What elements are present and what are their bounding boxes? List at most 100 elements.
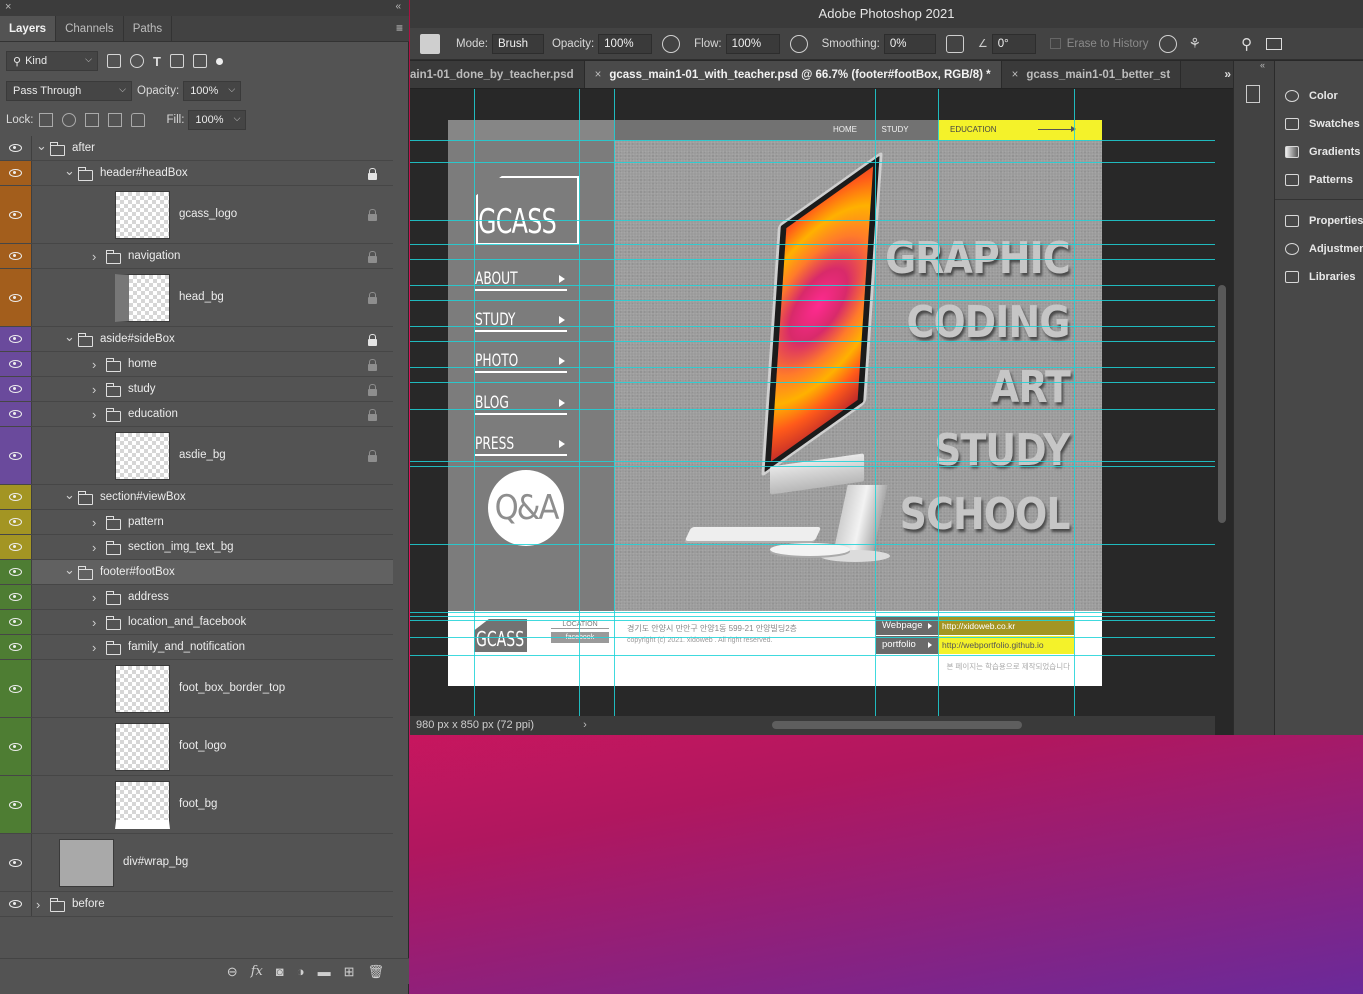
panel-patterns[interactable]: Patterns (1285, 174, 1353, 186)
vertical-scrollbar[interactable] (1218, 285, 1226, 523)
guide-horizontal[interactable] (410, 655, 1215, 656)
layer-row[interactable]: › section_img_text_bg (0, 535, 393, 560)
workspace-icon[interactable] (1266, 37, 1283, 50)
guide-horizontal[interactable] (410, 140, 1215, 141)
layer-name[interactable]: head_bg (179, 291, 224, 303)
airbrush-icon[interactable] (789, 34, 808, 53)
layer-name[interactable]: gcass_logo (179, 208, 237, 220)
trash-icon[interactable]: 🗑 (367, 964, 384, 980)
collapse-icon[interactable]: « (395, 1, 401, 12)
guide-vertical[interactable] (875, 89, 876, 716)
opacity-field[interactable]: 100% (598, 33, 653, 54)
layer-name[interactable]: div#wrap_bg (123, 856, 188, 868)
guide-horizontal[interactable] (410, 461, 1215, 462)
chevron-right-icon[interactable]: › (36, 897, 40, 912)
gear-icon[interactable] (945, 34, 964, 53)
guide-vertical[interactable] (938, 89, 939, 716)
guide-vertical[interactable] (474, 89, 475, 716)
tab-doc-1[interactable]: ain1-01_done_by_teacher.psd (410, 61, 585, 88)
layer-name[interactable]: asdie_bg (179, 449, 226, 461)
fx-icon[interactable]: fx (251, 964, 263, 979)
chevron-right-icon[interactable]: › (92, 640, 96, 655)
lock-transparency-icon[interactable] (38, 113, 53, 127)
layer-name[interactable]: home (128, 358, 157, 370)
chevron-right-icon[interactable]: › (92, 357, 96, 372)
chevron-down-icon[interactable]: ⌄ (36, 138, 47, 154)
chevron-right-icon[interactable]: › (92, 515, 96, 530)
tab-channels[interactable]: Channels (56, 16, 124, 41)
canvas-area[interactable]: HOME STUDY EDUCATION GCASS ABOUT STUDY P… (410, 89, 1215, 716)
layer-row[interactable]: › study (0, 377, 393, 402)
chevron-down-icon[interactable]: ⌄ (64, 163, 75, 179)
guide-vertical[interactable] (1074, 89, 1075, 716)
layer-row[interactable]: › address (0, 585, 393, 610)
filter-toggle-icon[interactable] (215, 57, 223, 65)
layer-name[interactable]: footer#footBox (100, 566, 175, 578)
visibility-toggle[interactable] (0, 535, 32, 559)
layer-row[interactable]: head_bg (0, 269, 393, 327)
layer-row[interactable]: ⌄ header#headBox (0, 161, 393, 186)
visibility-toggle[interactable] (0, 776, 32, 833)
chevron-right-icon[interactable]: › (92, 382, 96, 397)
smart-object-filter-icon[interactable] (192, 54, 207, 68)
guide-horizontal[interactable] (410, 544, 1215, 545)
pressure-opacity-icon[interactable] (662, 34, 681, 53)
visibility-toggle[interactable] (0, 402, 32, 426)
layer-name[interactable]: address (128, 591, 169, 603)
layer-name[interactable]: before (72, 898, 105, 910)
visibility-toggle[interactable] (0, 427, 32, 484)
more-tabs-icon[interactable]: » (1224, 67, 1231, 81)
visibility-toggle[interactable] (0, 660, 32, 717)
layer-row[interactable]: › family_and_notification (0, 635, 393, 660)
brush-preset-icon[interactable] (420, 33, 440, 54)
layer-row[interactable]: ⌄ aside#sideBox (0, 327, 393, 352)
visibility-toggle[interactable] (0, 161, 32, 185)
visibility-toggle[interactable] (0, 186, 32, 243)
guide-horizontal[interactable] (410, 637, 1215, 638)
symmetry-icon[interactable]: ⚘ (1189, 35, 1202, 52)
layer-row[interactable]: › pattern (0, 510, 393, 535)
guide-horizontal[interactable] (410, 259, 1215, 260)
panel-libraries[interactable]: Libraries (1285, 271, 1355, 283)
layer-row[interactable]: foot_logo (0, 718, 393, 776)
visibility-toggle[interactable] (0, 834, 32, 891)
lock-position-icon[interactable] (84, 113, 99, 127)
shape-filter-icon[interactable] (169, 54, 184, 68)
guide-horizontal[interactable] (410, 244, 1215, 245)
chevron-down-icon[interactable]: ⌄ (64, 562, 75, 578)
layer-name[interactable]: navigation (128, 250, 180, 262)
guide-horizontal[interactable] (410, 162, 1215, 163)
layer-row[interactable]: › home (0, 352, 393, 377)
chevron-right-icon[interactable]: › (92, 615, 96, 630)
layer-name[interactable]: section#viewBox (100, 491, 186, 503)
guide-horizontal[interactable] (410, 367, 1215, 368)
visibility-toggle[interactable] (0, 892, 32, 916)
flow-field[interactable]: 100% (725, 33, 780, 54)
adjustment-filter-icon[interactable] (130, 54, 144, 68)
visibility-toggle[interactable] (0, 377, 32, 401)
link-icon[interactable]: ⊖ (227, 964, 238, 980)
history-panel-icon[interactable] (1246, 85, 1260, 103)
panel-menu-icon[interactable]: ≡ (396, 21, 403, 35)
visibility-toggle[interactable] (0, 327, 32, 351)
visibility-toggle[interactable] (0, 585, 32, 609)
guide-horizontal[interactable] (410, 326, 1215, 327)
visibility-toggle[interactable] (0, 510, 32, 534)
guide-horizontal[interactable] (410, 409, 1215, 410)
mode-select[interactable]: Brush (491, 33, 544, 54)
layer-name[interactable]: education (128, 408, 178, 420)
layer-row[interactable]: asdie_bg (0, 427, 393, 485)
layer-row[interactable]: gcass_logo (0, 186, 393, 244)
blend-mode-select[interactable]: Pass Through ⌵ (6, 81, 132, 101)
pressure-size-icon[interactable] (1158, 34, 1177, 53)
layer-name[interactable]: pattern (128, 516, 164, 528)
lock-image-icon[interactable] (61, 113, 76, 127)
erase-history-checkbox[interactable] (1049, 38, 1061, 49)
layer-name[interactable]: foot_logo (179, 740, 226, 752)
layer-name[interactable]: foot_bg (179, 798, 217, 810)
panel-gradients[interactable]: Gradients (1285, 146, 1360, 158)
visibility-toggle[interactable] (0, 352, 32, 376)
layer-row[interactable]: › navigation (0, 244, 393, 269)
chevron-down-icon[interactable]: ⌄ (64, 329, 75, 345)
filter-kind-select[interactable]: ⚲ Kind ⌵ (6, 51, 98, 71)
